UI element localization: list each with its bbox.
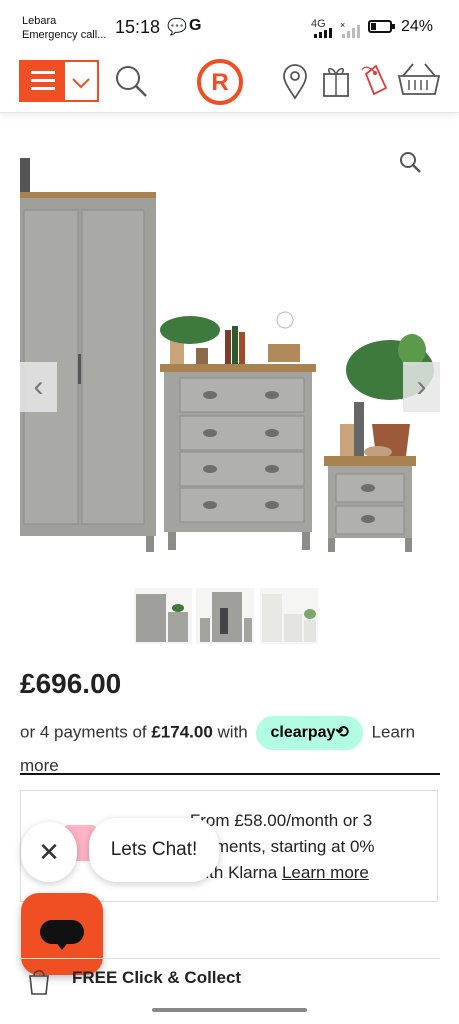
carousel-prev-button[interactable]: ‹ — [20, 362, 57, 412]
close-icon: ✕ — [38, 836, 60, 867]
signal-none-icon: × — [340, 20, 360, 38]
chat-close-button[interactable]: ✕ — [21, 822, 77, 882]
price-tag-icon[interactable] — [360, 62, 390, 98]
clock: 15:18 — [115, 17, 161, 37]
chevron-down-icon — [72, 78, 90, 89]
shopping-bag-icon — [29, 969, 49, 995]
status-bar: Lebara Emergency call... 15:18 💬 G 4G × … — [0, 0, 459, 50]
battery-level: 24% — [401, 18, 434, 35]
clearpay-badge[interactable]: clearpay⟲ — [256, 716, 363, 750]
chat-launcher-button[interactable] — [21, 893, 103, 975]
click-collect-label[interactable]: FREE Click & Collect — [72, 968, 241, 988]
thumbnail-3[interactable] — [260, 588, 318, 644]
message-icon: 💬 — [167, 19, 187, 36]
carrier-status: Emergency call... — [22, 29, 107, 41]
google-icon: G — [189, 17, 202, 34]
menu-button[interactable] — [19, 60, 99, 102]
thumbnail-1[interactable] — [134, 588, 192, 644]
product-price: £696.00 — [20, 668, 122, 699]
gift-icon[interactable] — [322, 64, 350, 98]
svg-text:×: × — [340, 20, 345, 30]
store-locator-icon[interactable] — [282, 64, 308, 100]
basket-icon[interactable] — [397, 62, 441, 98]
thumbnail-2[interactable] — [196, 588, 254, 644]
carrier-name: Lebara — [22, 15, 57, 27]
search-icon[interactable] — [113, 63, 149, 99]
zoom-icon[interactable] — [398, 150, 422, 174]
section-divider — [20, 958, 440, 959]
battery-icon — [368, 20, 392, 33]
chevron-left-icon: ‹ — [33, 370, 44, 403]
home-indicator[interactable] — [152, 1008, 307, 1012]
hamburger-icon — [21, 62, 65, 100]
site-header: R — [0, 50, 459, 113]
klarna-learn-more-link[interactable]: Learn more — [282, 863, 369, 882]
logo-icon[interactable]: R — [196, 58, 244, 106]
signal-icon — [314, 28, 332, 38]
svg-text:R: R — [211, 69, 228, 96]
carrier-info: Lebara Emergency call... — [22, 14, 106, 42]
chat-prompt[interactable]: Lets Chat! — [89, 818, 219, 882]
product-image[interactable] — [20, 140, 440, 580]
installment-amount: £174.00 — [151, 722, 213, 742]
carousel-next-button[interactable]: › — [403, 362, 440, 412]
chevron-right-icon: › — [416, 370, 427, 403]
divider — [20, 773, 440, 775]
